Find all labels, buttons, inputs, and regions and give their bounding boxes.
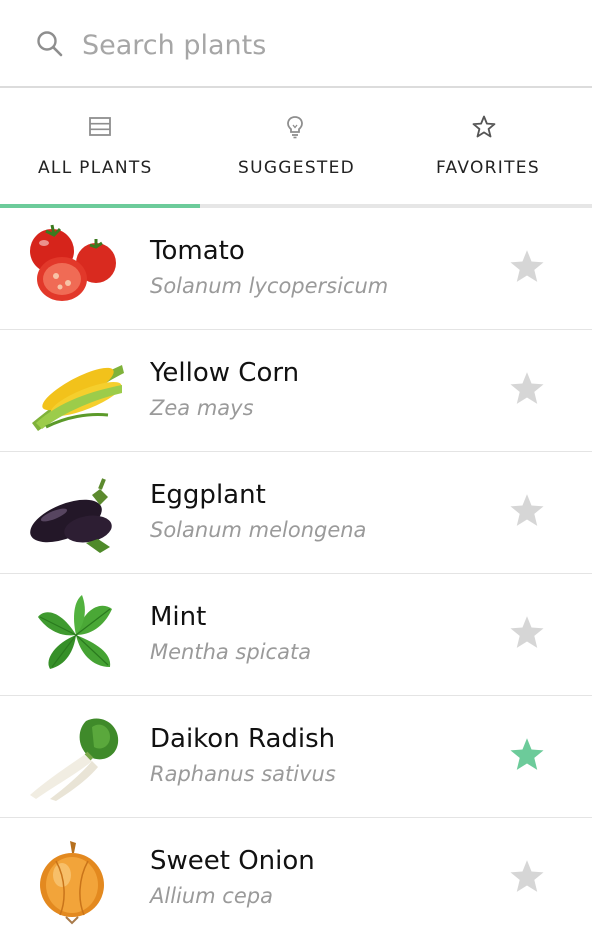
search-icon	[37, 31, 63, 57]
list-item[interactable]: Tomato Solanum lycopersicum	[0, 208, 592, 330]
tab-bar: ALL PLANTS SUGGESTED FAVORITES	[0, 88, 592, 208]
star-outline-icon	[472, 115, 496, 138]
corn-image	[32, 365, 124, 431]
plant-scientific-name: Zea mays	[150, 396, 254, 420]
mint-image	[38, 595, 112, 669]
lightbulb-icon	[287, 116, 303, 139]
tab-all-plants[interactable]: ALL PLANTS	[0, 88, 200, 208]
tab-label: FAVORITES	[436, 158, 540, 178]
plant-name: Tomato	[150, 236, 245, 266]
plant-name: Yellow Corn	[150, 358, 300, 388]
favorite-star-icon[interactable]	[508, 614, 546, 652]
plant-scientific-name: Solanum melongena	[150, 518, 367, 542]
plant-name: Daikon Radish	[150, 724, 336, 754]
list-item[interactable]: Daikon Radish Raphanus sativus	[0, 696, 592, 818]
search-input[interactable]	[82, 22, 562, 68]
plant-scientific-name: Allium cepa	[150, 884, 273, 908]
favorite-star-icon[interactable]	[508, 492, 546, 530]
tab-label: SUGGESTED	[238, 158, 356, 178]
tomato-image	[30, 224, 116, 301]
daikon-image	[30, 718, 119, 801]
list-item[interactable]: Eggplant Solanum melongena	[0, 452, 592, 574]
favorite-star-icon[interactable]	[508, 370, 546, 408]
list-icon	[89, 117, 111, 136]
favorite-star-icon[interactable]	[508, 858, 546, 896]
plant-scientific-name: Solanum lycopersicum	[150, 274, 389, 298]
plant-scientific-name: Mentha spicata	[150, 640, 312, 664]
favorite-star-icon[interactable]	[508, 736, 546, 774]
list-item[interactable]: Yellow Corn Zea mays	[0, 330, 592, 452]
tab-favorites[interactable]: FAVORITES	[400, 88, 592, 208]
plant-list: Tomato Solanum lycopersicum Yellow Corn …	[0, 208, 592, 938]
list-item[interactable]: Mint Mentha spicata	[0, 574, 592, 696]
tab-suggested[interactable]: SUGGESTED	[200, 88, 400, 208]
list-item[interactable]: Sweet Onion Allium cepa	[0, 818, 592, 938]
plant-scientific-name: Raphanus sativus	[150, 762, 336, 786]
search-bar	[0, 0, 592, 88]
plant-name: Mint	[150, 602, 207, 632]
plant-name: Sweet Onion	[150, 846, 315, 876]
eggplant-image	[30, 478, 112, 553]
favorite-star-icon[interactable]	[508, 248, 546, 286]
tab-label: ALL PLANTS	[38, 158, 153, 178]
onion-image	[40, 841, 104, 925]
plant-name: Eggplant	[150, 480, 266, 510]
